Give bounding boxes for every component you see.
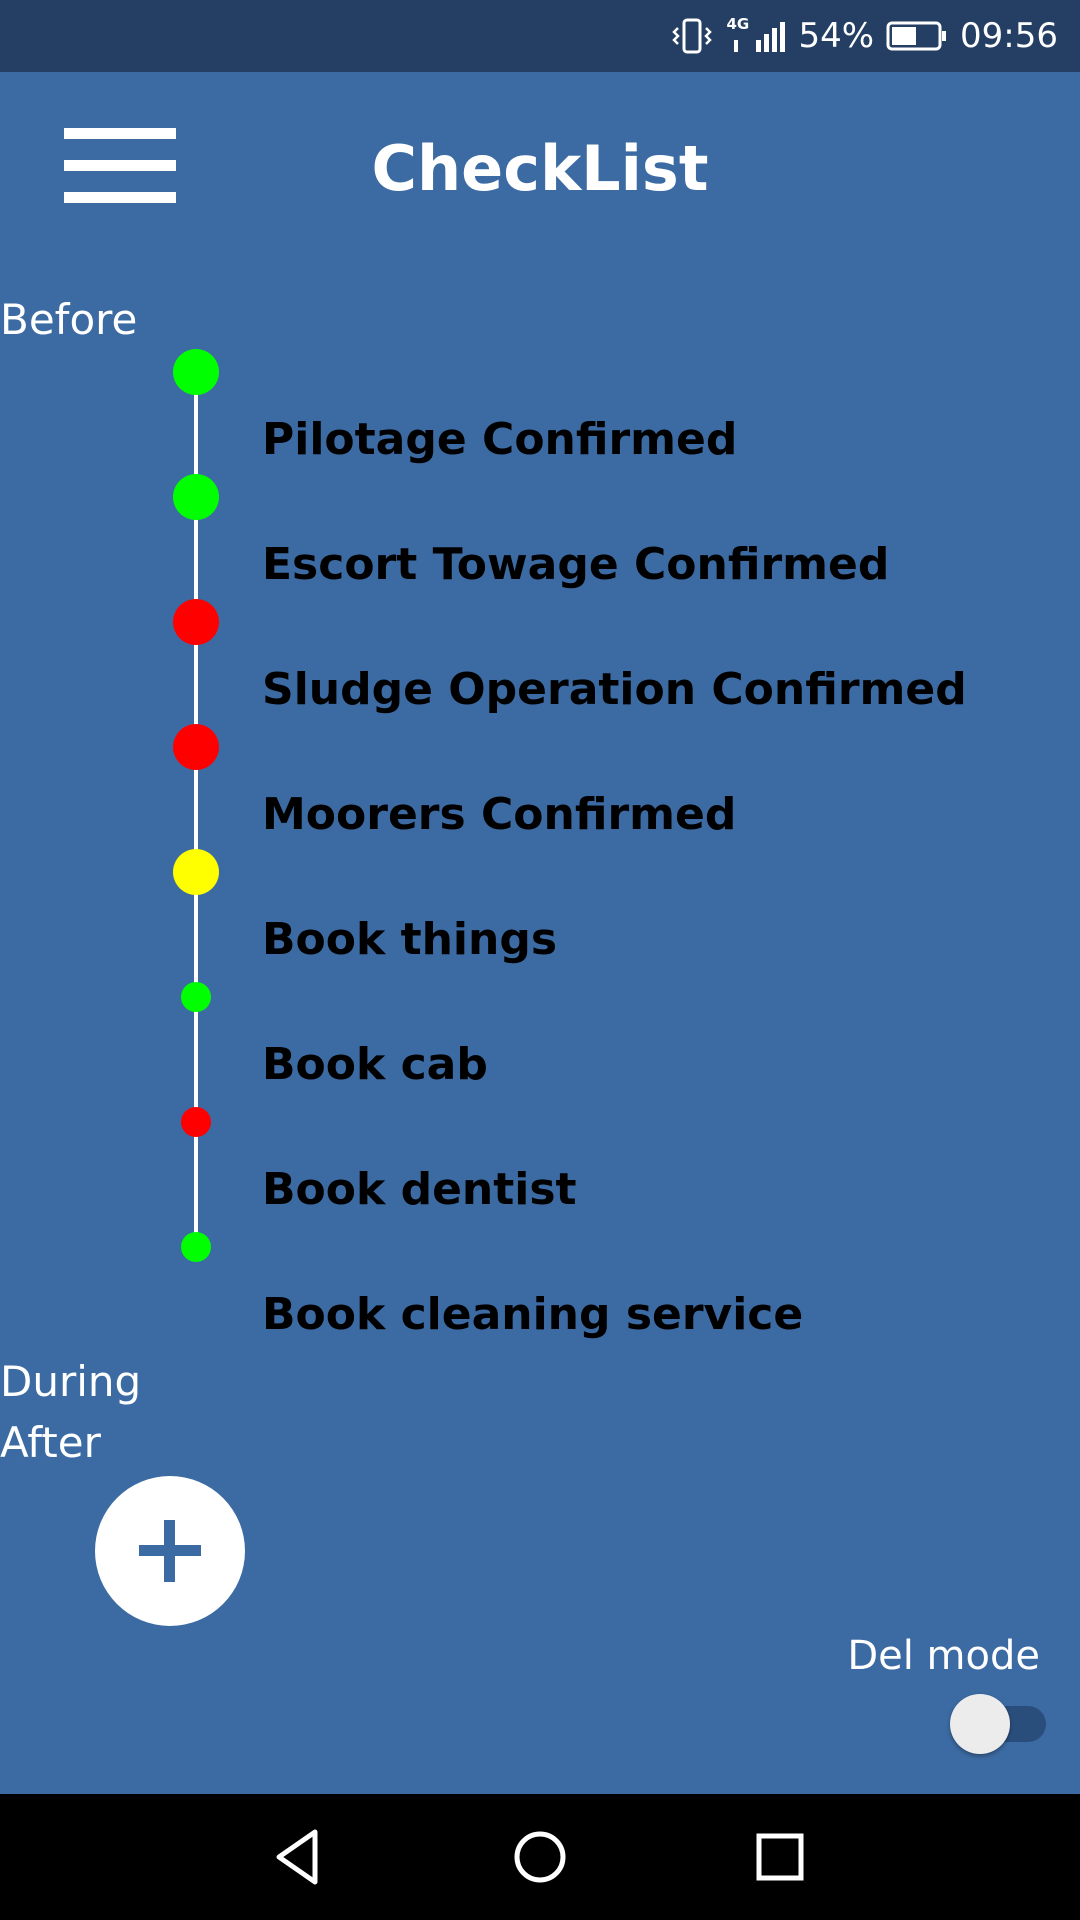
- toggle-knob: [950, 1694, 1010, 1754]
- checklist-item-label: Book cab: [262, 1039, 488, 1090]
- checklist-item[interactable]: Book things: [0, 849, 1080, 975]
- section-during[interactable]: During: [0, 1356, 141, 1408]
- signal-icon: 4G: [726, 16, 786, 56]
- recents-square-icon[interactable]: [747, 1824, 813, 1890]
- status-dot: [181, 1232, 211, 1262]
- checklist-item-label: Escort Towage Confirmed: [262, 539, 890, 590]
- add-item-button[interactable]: [95, 1476, 245, 1626]
- checklist-item-label: Sludge Operation Confirmed: [262, 664, 967, 715]
- checklist-item[interactable]: Escort Towage Confirmed: [0, 474, 1080, 600]
- status-dot: [173, 849, 219, 895]
- plus-icon-vertical: [164, 1520, 175, 1582]
- status-dot: [181, 1107, 211, 1137]
- checklist-item-label: Book dentist: [262, 1164, 577, 1215]
- checklist-item[interactable]: Book dentist: [0, 1100, 1080, 1225]
- clock: 09:56: [960, 16, 1058, 56]
- status-dot: [173, 349, 219, 395]
- status-icons: 4G 54% 09:56: [670, 0, 1058, 72]
- page-title: CheckList: [371, 132, 709, 205]
- checklist-item-label: Book cleaning service: [262, 1289, 804, 1340]
- status-dot: [173, 724, 219, 770]
- battery-icon: [886, 20, 948, 52]
- checklist-item[interactable]: Book cleaning service: [0, 1225, 1080, 1350]
- del-mode-label: Del mode: [847, 1633, 1040, 1679]
- battery-percent: 54%: [798, 16, 875, 56]
- status-dot: [173, 599, 219, 645]
- checklist-item[interactable]: Book cab: [0, 975, 1080, 1100]
- checklist-item-label: Pilotage Confirmed: [262, 414, 738, 465]
- section-before[interactable]: Before: [0, 294, 137, 346]
- del-mode-toggle[interactable]: [950, 1694, 1046, 1754]
- status-bar: 4G 54% 09:56: [0, 0, 1080, 72]
- home-circle-icon[interactable]: [507, 1824, 573, 1890]
- checklist-item-label: Book things: [262, 914, 558, 965]
- section-after[interactable]: After: [0, 1417, 101, 1469]
- status-dot: [173, 474, 219, 520]
- checklist-item-label: Moorers Confirmed: [262, 789, 737, 840]
- status-dot: [181, 982, 211, 1012]
- checklist-item[interactable]: Moorers Confirmed: [0, 724, 1080, 850]
- navigation-bar: [0, 1794, 1080, 1920]
- checklist-item[interactable]: Sludge Operation Confirmed: [0, 599, 1080, 725]
- app-screen: 4G 54% 09:56 CheckList Before Pilotage C…: [0, 0, 1080, 1920]
- vibrate-icon: [670, 16, 714, 56]
- back-triangle-icon[interactable]: [267, 1824, 333, 1890]
- checklist-item[interactable]: Pilotage Confirmed: [0, 349, 1080, 475]
